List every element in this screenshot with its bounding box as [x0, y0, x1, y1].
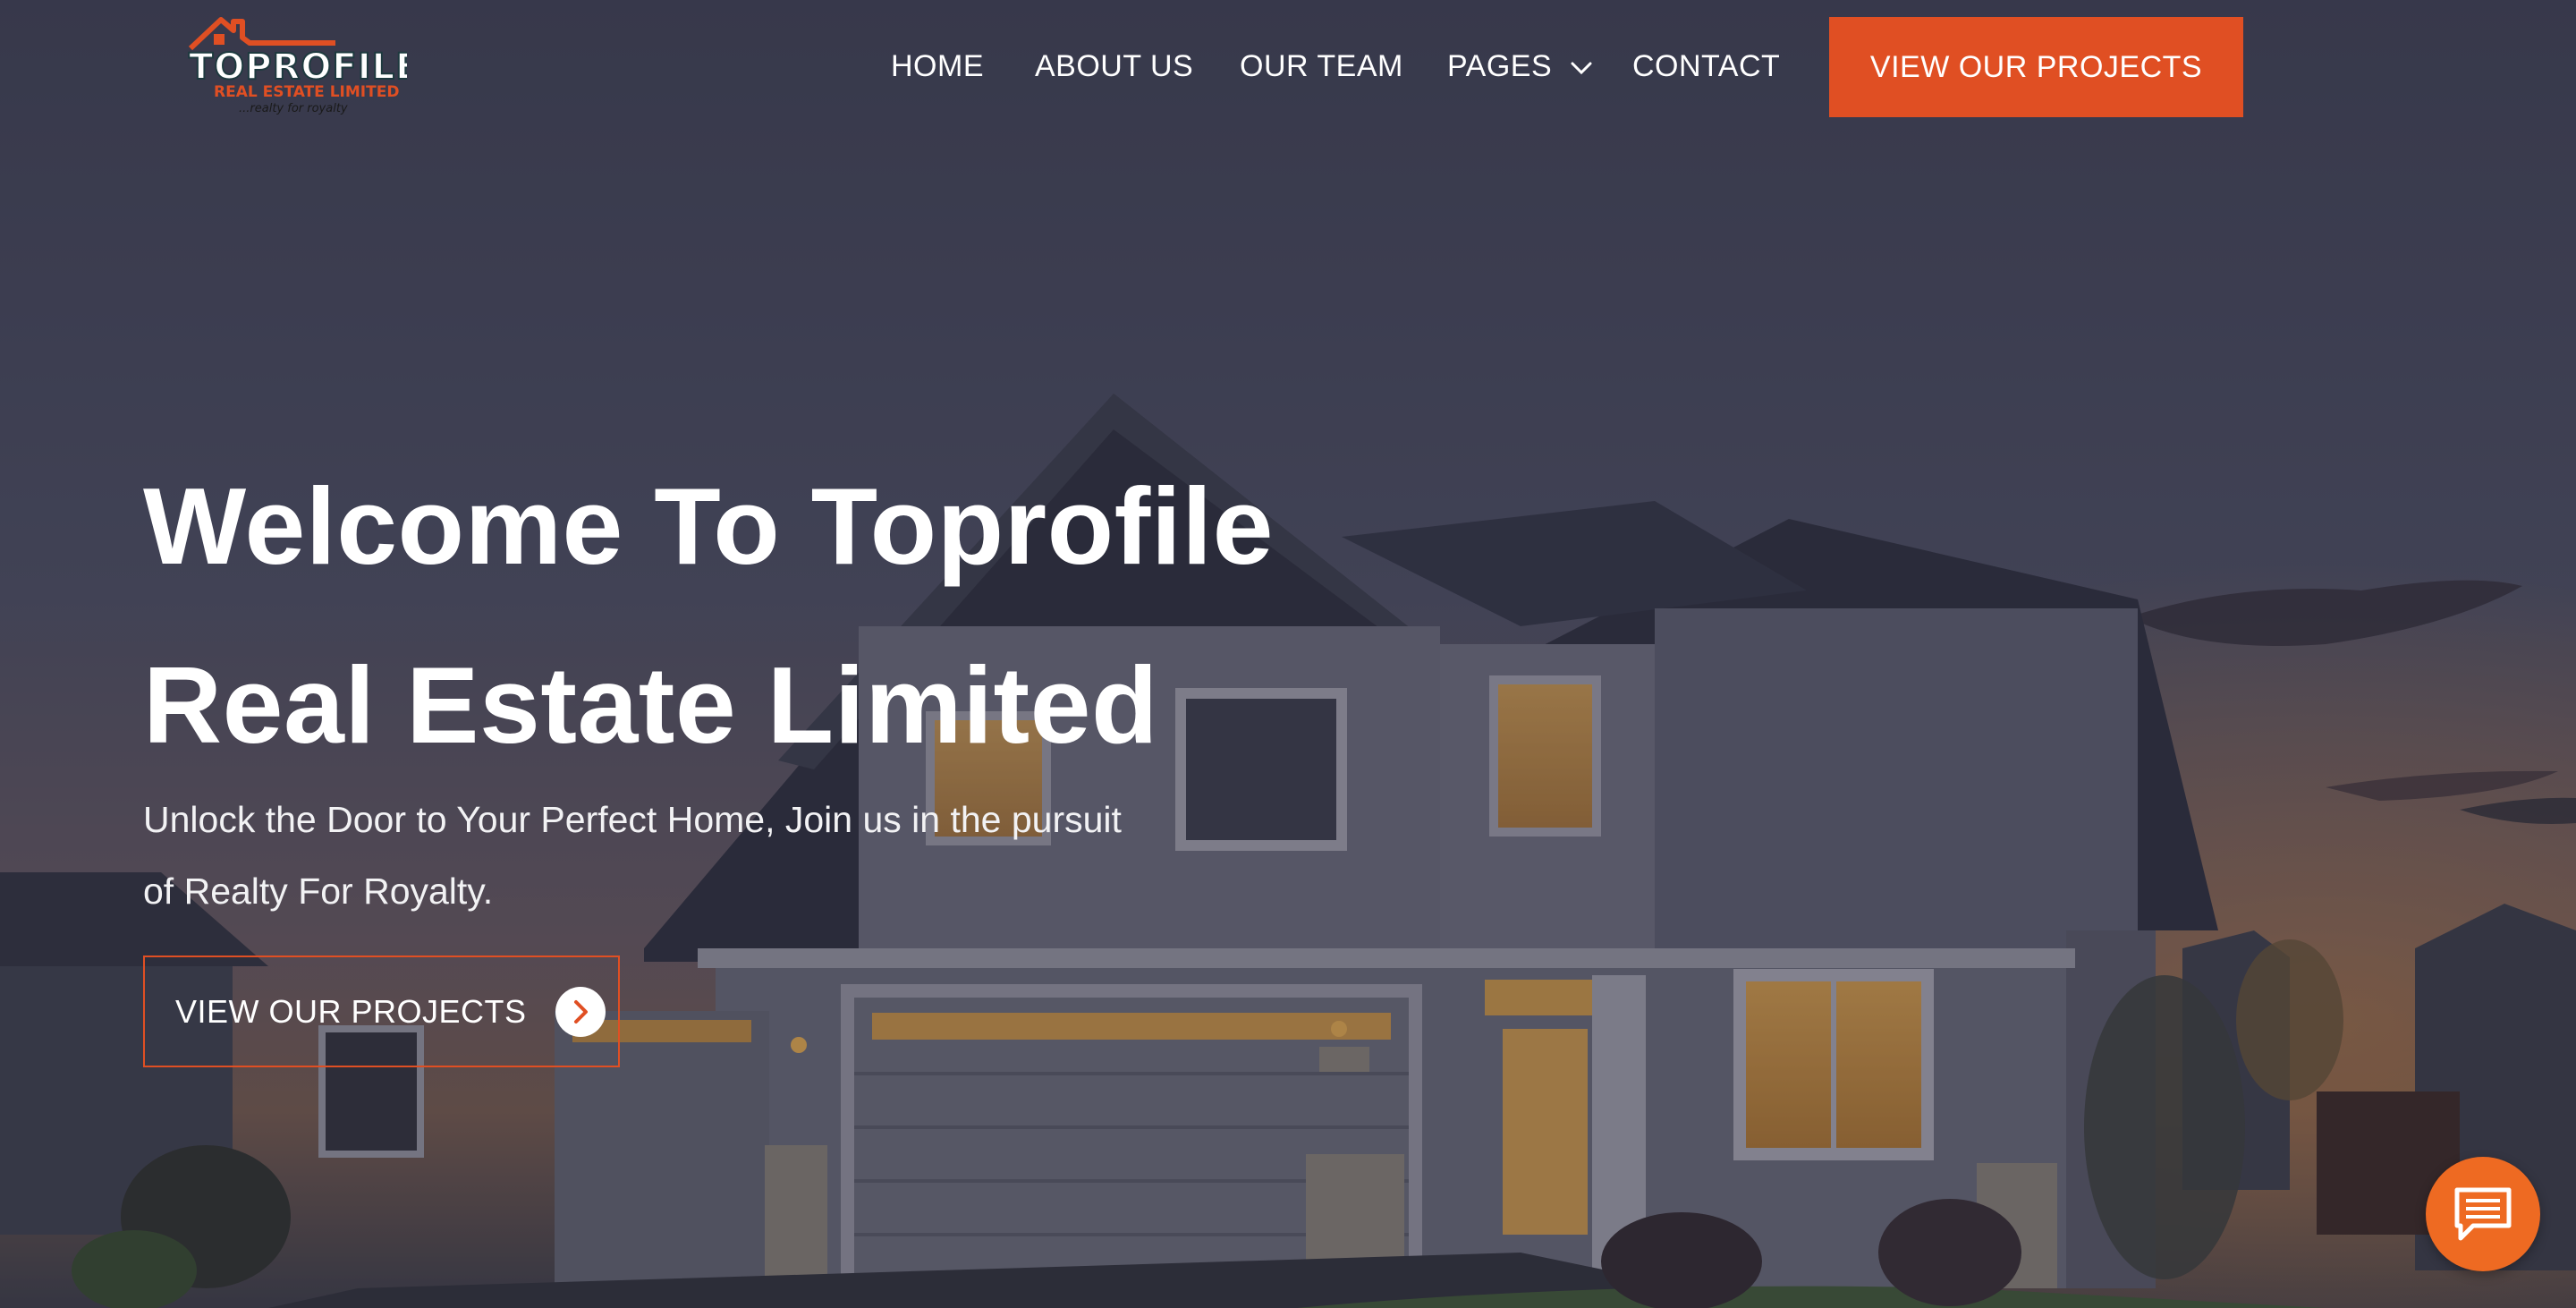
hero-title: Welcome To Toprofile Real Estate Limited — [143, 437, 1574, 794]
nav-item-our-team[interactable]: OUR TEAM — [1240, 47, 1403, 86]
chat-bubble-icon — [2454, 1187, 2512, 1241]
hero-view-projects-button[interactable]: VIEW OUR PROJECTS — [143, 956, 620, 1067]
hero-tagline: Unlock the Door to Your Perfect Home, Jo… — [143, 784, 1252, 927]
view-projects-button[interactable]: VIEW OUR PROJECTS — [1829, 17, 2243, 117]
main-nav: HOME ABOUT US OUR TEAM PAGES CONTACT VIE… — [0, 0, 2576, 134]
hero-section: TOPROFILE REAL ESTATE LIMITED ...realty … — [0, 0, 2576, 1308]
hero-tagline-line-2: of Realty For Royalty. — [143, 871, 494, 912]
chevron-down-icon — [1571, 62, 1592, 75]
hero-title-line-2: Real Estate Limited — [143, 644, 1158, 766]
nav-item-label: CONTACT — [1632, 49, 1781, 83]
nav-item-pages[interactable]: PAGES — [1447, 47, 1593, 86]
hero-title-line-1: Welcome To Toprofile — [143, 465, 1274, 587]
chevron-right-icon — [555, 986, 606, 1037]
nav-item-about-us[interactable]: ABOUT US — [1035, 47, 1193, 86]
nav-item-contact[interactable]: CONTACT — [1632, 47, 1780, 86]
hero-tagline-line-1: Unlock the Door to Your Perfect Home, Jo… — [143, 799, 1122, 840]
nav-item-label: PAGES — [1447, 49, 1553, 83]
hero-cta-label: VIEW OUR PROJECTS — [175, 992, 527, 1030]
nav-item-label: HOME — [891, 49, 984, 83]
nav-item-label: ABOUT US — [1035, 49, 1194, 83]
nav-item-label: OUR TEAM — [1240, 49, 1403, 83]
nav-item-home[interactable]: HOME — [891, 47, 984, 86]
chat-button[interactable] — [2426, 1157, 2540, 1271]
view-projects-label: VIEW OUR PROJECTS — [1869, 49, 2203, 84]
